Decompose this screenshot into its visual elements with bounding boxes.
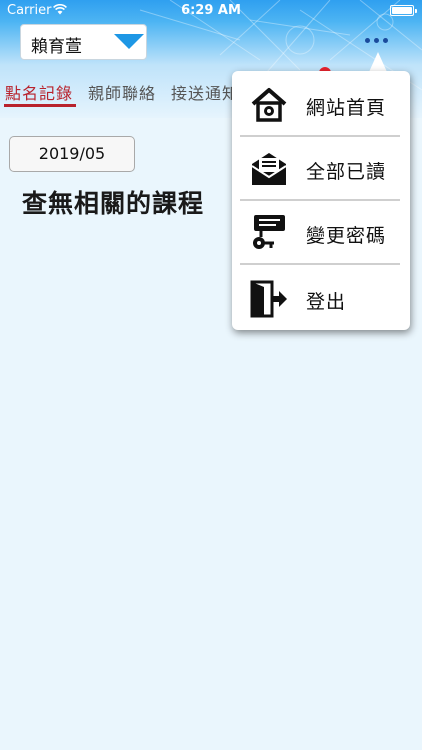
popup-menu: 網站首頁 全部已讀 變更密碼 登出 xyxy=(232,71,410,330)
menu-divider xyxy=(240,263,400,265)
home-icon xyxy=(251,88,287,122)
more-dots-icon xyxy=(383,38,388,43)
menu-label: 登出 xyxy=(306,291,347,313)
active-tab-indicator xyxy=(4,104,76,107)
logout-door-icon xyxy=(250,280,287,318)
dropdown-arrow-icon xyxy=(114,34,144,49)
clock: 6:29 AM xyxy=(181,3,241,18)
menu-item-home[interactable]: 網站首頁 xyxy=(232,73,410,137)
tab-attendance[interactable]: 點名記錄 xyxy=(5,80,73,104)
tab-pickup-notice[interactable]: 接送通知 xyxy=(171,80,239,104)
month-picker-button[interactable]: 2019/05 xyxy=(9,136,135,172)
menu-label: 變更密碼 xyxy=(306,225,387,247)
student-name: 賴育萱 xyxy=(31,37,82,57)
key-password-icon xyxy=(253,215,285,249)
more-dots-icon xyxy=(374,38,379,43)
menu-label: 全部已讀 xyxy=(306,161,387,183)
student-select[interactable]: 賴育萱 xyxy=(20,24,147,60)
menu-item-mark-all-read[interactable]: 全部已讀 xyxy=(232,137,410,201)
mail-read-icon xyxy=(251,153,287,185)
menu-item-logout[interactable]: 登出 xyxy=(232,267,410,331)
menu-pointer xyxy=(369,52,387,72)
battery-icon xyxy=(390,5,417,16)
empty-message: 查無相關的課程 xyxy=(22,189,205,218)
more-options-button[interactable] xyxy=(362,30,394,50)
tab-parent-contact[interactable]: 親師聯絡 xyxy=(88,80,156,104)
menu-item-change-password[interactable]: 變更密碼 xyxy=(232,201,410,265)
menu-label: 網站首頁 xyxy=(306,97,387,119)
more-dots-icon xyxy=(365,38,370,43)
status-bar: Carrier 6:29 AM xyxy=(0,0,422,22)
